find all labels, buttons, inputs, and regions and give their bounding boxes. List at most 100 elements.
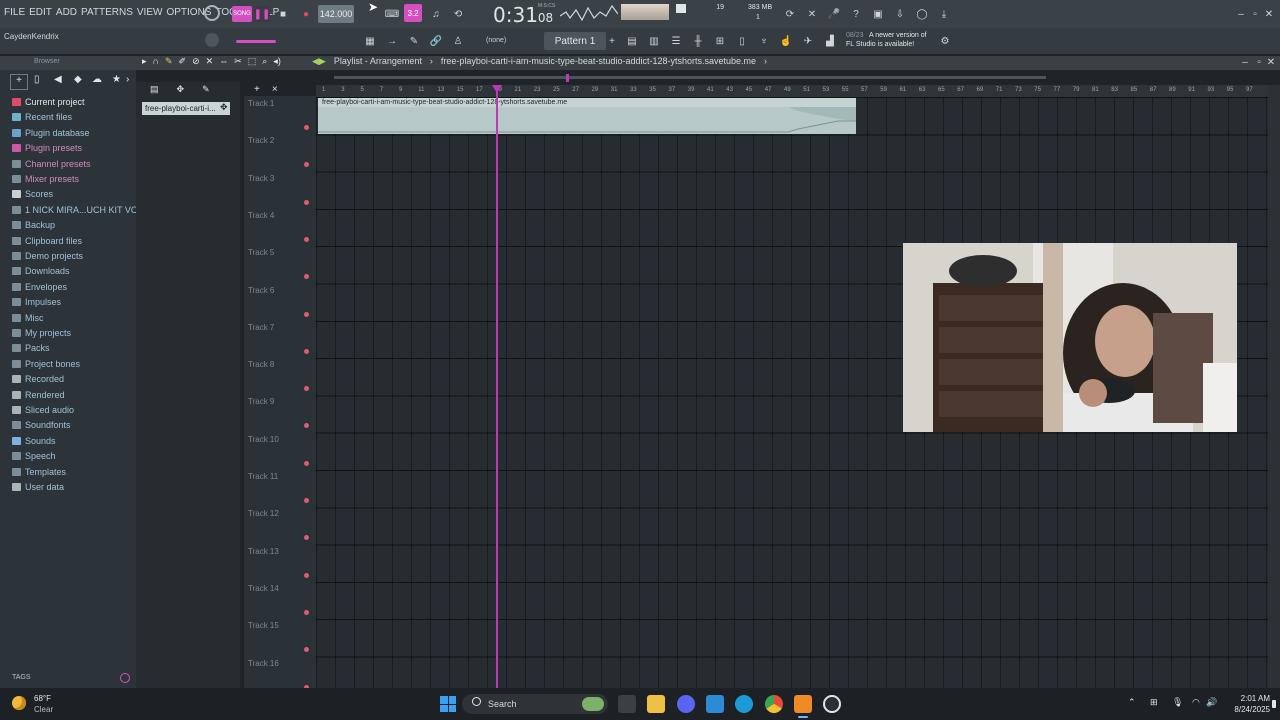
chrome-icon[interactable]: [765, 695, 783, 713]
track-label[interactable]: Track 13: [248, 547, 279, 556]
playhead[interactable]: [496, 85, 498, 688]
track-label[interactable]: Track 1: [248, 99, 274, 108]
weather-description[interactable]: Clear: [34, 705, 53, 714]
browser-item[interactable]: Rendered: [12, 390, 65, 400]
mixer-faders-icon[interactable]: ╫: [690, 33, 706, 49]
news-text-1[interactable]: A newer version of: [869, 32, 927, 39]
metronome-icon[interactable]: ✕: [804, 6, 820, 22]
browser-cloud-icon[interactable]: ☁: [92, 74, 102, 85]
microphone-icon[interactable]: 🎤: [826, 6, 842, 22]
playlist-icon[interactable]: ▤: [624, 33, 640, 49]
browser-item[interactable]: Mixer presets: [12, 174, 79, 184]
playhead-marker[interactable]: [492, 85, 502, 93]
track-label[interactable]: Track 6: [248, 286, 274, 295]
track-record-indicator[interactable]: [304, 609, 309, 615]
slip-tool-icon[interactable]: ⇔: [219, 56, 228, 67]
track-label[interactable]: Track 4: [248, 211, 274, 220]
track-label[interactable]: Track 11: [248, 472, 278, 481]
playlist-minimize-icon[interactable]: –: [1240, 56, 1250, 68]
minimize-window-icon[interactable]: –: [1236, 6, 1246, 22]
browser-item[interactable]: Plugin presets: [12, 143, 82, 153]
browser-item[interactable]: Recent files: [12, 112, 72, 122]
browser-item[interactable]: Envelopes: [12, 282, 67, 292]
piano-roll-icon[interactable]: ▦: [362, 33, 378, 49]
browser-item[interactable]: Clipboard files: [12, 236, 82, 246]
browser-item[interactable]: Soundfonts: [12, 420, 71, 430]
weather-temperature[interactable]: 68°F: [34, 694, 51, 703]
browser-item[interactable]: Demo projects: [12, 251, 83, 261]
track-label[interactable]: Track 9: [248, 397, 274, 406]
sync-icon[interactable]: ⟳: [782, 6, 798, 22]
browser-star-icon[interactable]: ★: [112, 74, 121, 85]
track-label[interactable]: Track 15: [248, 621, 279, 630]
picker-clip-move-icon[interactable]: ✥: [220, 102, 228, 113]
chat-icon[interactable]: ◯: [914, 6, 930, 22]
tray-volume-icon[interactable]: 🔊: [1206, 697, 1217, 708]
download-icon[interactable]: ⤓: [936, 6, 952, 22]
start-icon[interactable]: [440, 696, 456, 712]
add-track-icon[interactable]: +: [254, 84, 260, 95]
browser-add-icon[interactable]: +: [10, 74, 28, 90]
tutorial-icon[interactable]: ✈: [800, 33, 816, 49]
slice-tool-icon[interactable]: ✂: [234, 56, 242, 67]
loop-record-icon[interactable]: ⟲: [450, 6, 466, 22]
arrow-icon[interactable]: →: [384, 33, 400, 49]
browser-item[interactable]: My projects: [12, 328, 71, 338]
tray-chevron-icon[interactable]: ⌃: [1128, 697, 1136, 708]
browser-item[interactable]: Downloads: [12, 266, 70, 276]
stamp-icon[interactable]: ♙: [450, 33, 466, 49]
browser-item[interactable]: Templates: [12, 467, 66, 477]
select-tool-icon[interactable]: ⬚: [248, 56, 257, 67]
touch-icon[interactable]: ☝: [778, 33, 794, 49]
mute-tool-icon[interactable]: ✕: [206, 56, 214, 67]
menu-add[interactable]: ADD: [56, 7, 77, 18]
picker-list-icon[interactable]: ▤: [150, 84, 159, 95]
browser-item[interactable]: Sliced audio: [12, 405, 74, 415]
tray-wifi-icon[interactable]: ◠: [1192, 697, 1200, 708]
track-label[interactable]: Track 10: [248, 435, 279, 444]
track-record-indicator[interactable]: [304, 460, 309, 466]
track-label[interactable]: Track 14: [248, 584, 279, 593]
export-icon[interactable]: ⇩: [892, 6, 908, 22]
menu-edit[interactable]: EDIT: [29, 7, 52, 18]
link-icon[interactable]: 🔗: [428, 33, 444, 49]
track-record-indicator[interactable]: [304, 199, 309, 205]
restore-window-icon[interactable]: ▫: [1250, 6, 1260, 22]
countdown-button[interactable]: 3.2: [404, 4, 422, 22]
remove-track-icon[interactable]: ×: [272, 84, 278, 95]
browser-item[interactable]: Plugin database: [12, 128, 90, 138]
track-label[interactable]: Track 7: [248, 323, 274, 332]
browser-item[interactable]: Backup: [12, 220, 55, 230]
paint-tool-icon[interactable]: ✐: [179, 56, 187, 67]
fl-studio-icon[interactable]: [794, 695, 812, 713]
typing-keyboard-icon[interactable]: ⌨: [384, 6, 400, 22]
store-app-icon[interactable]: [706, 695, 724, 713]
tempo-display[interactable]: 142.000: [318, 5, 354, 23]
discord-icon[interactable]: [677, 695, 695, 713]
playlist-scroll-bar[interactable]: [334, 76, 1046, 79]
browser-item[interactable]: Scores: [12, 189, 53, 199]
tray-network-icon[interactable]: ⊞: [1150, 697, 1158, 708]
browser-item[interactable]: Sounds: [12, 436, 56, 446]
update-icon[interactable]: ⚙: [938, 33, 952, 49]
menu-file[interactable]: FILE: [4, 7, 25, 18]
browser-item[interactable]: Project bones: [12, 359, 80, 369]
menu-view[interactable]: VIEW: [137, 7, 163, 18]
browser-back-icon[interactable]: ◀: [54, 74, 62, 85]
clock-date[interactable]: 8/24/2025: [1222, 705, 1270, 714]
track-label[interactable]: Track 2: [248, 136, 274, 145]
file-explorer-icon[interactable]: [647, 695, 665, 713]
mixer-icon[interactable]: ☰: [668, 33, 684, 49]
menu-patterns[interactable]: PATTERNS: [81, 7, 133, 18]
track-label[interactable]: Track 5: [248, 248, 274, 257]
vertical-scrollbar[interactable]: [1268, 85, 1280, 688]
play-button[interactable]: ❚❚: [254, 6, 270, 22]
browser-more-icon[interactable]: ›: [126, 74, 129, 85]
browser-item[interactable]: User data: [12, 482, 64, 492]
task-view-icon[interactable]: [618, 695, 636, 713]
playlist-menu-icon[interactable]: ▸: [142, 56, 147, 67]
track-label[interactable]: Track 12: [248, 509, 279, 518]
tags-search-icon[interactable]: [120, 673, 130, 683]
obs-icon[interactable]: [823, 695, 841, 713]
track-label[interactable]: Track 8: [248, 360, 274, 369]
